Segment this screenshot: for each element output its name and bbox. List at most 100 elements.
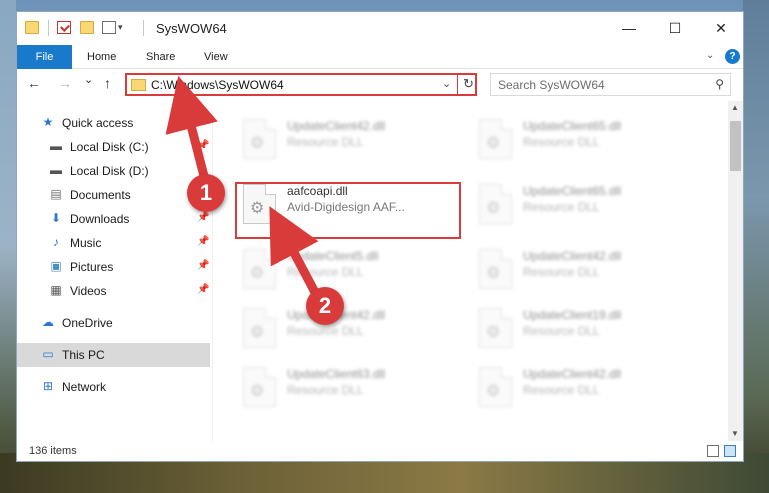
dll-file-icon: ⚙ [243,119,276,159]
file-item[interactable]: ⚙ UpdateClient63.dll Resource DLL [215,355,440,415]
forward-button[interactable]: → [58,75,72,91]
dll-file-icon: ⚙ [243,249,276,289]
sidebar-item-music[interactable]: ♪ Music 📌 [17,231,210,255]
sidebar-item-local-disk-c[interactable]: ▬ Local Disk (C:) 📌 [17,135,210,159]
tab-home[interactable]: Home [87,45,116,69]
dll-file-icon: ⚙ [243,308,276,348]
scroll-thumb[interactable] [730,121,741,171]
file-name: UpdateClient42.dll [523,249,622,263]
up-button[interactable]: ↑ [104,75,111,91]
sidebar-item-label: Pictures [70,260,114,274]
sidebar-item-label: Videos [70,284,107,298]
file-name: UpdateClient19.dll [523,308,622,322]
gear-icon: ⚙ [250,324,265,341]
folder-icon [25,21,39,34]
back-button[interactable]: ← [27,75,41,91]
highlight-box [235,182,461,239]
customize-toolbar-icon[interactable] [102,21,116,34]
network-icon: ⊞ [42,379,54,393]
search-placeholder: Search SysWOW64 [498,78,605,92]
address-dropdown-button[interactable]: ⌄ [442,77,451,90]
dll-file-icon: ⚙ [243,367,276,407]
window-title: SysWOW64 [156,21,227,36]
tab-view[interactable]: View [204,45,228,69]
file-item[interactable]: ⚙ UpdateClient65.dll Resource DLL [451,172,676,232]
toolbar-dropdown-icon[interactable]: ▾ [118,22,132,35]
desktop-background-right [743,0,769,493]
drive-icon: ▬ [50,139,62,153]
sidebar-item-label: Local Disk (C:) [70,140,149,154]
file-item[interactable]: ⚙ UpdateClient42.dll Resource DLL [215,107,440,167]
tab-file[interactable]: File [17,45,72,69]
file-type: Resource DLL [523,324,600,338]
help-icon[interactable]: ? [725,49,740,64]
file-type: Resource DLL [523,200,600,214]
title-bar: ▾ SysWOW64 — ☐ ✕ [17,12,743,45]
file-item[interactable]: ⚙ UpdateClient19.dll Resource DLL [451,296,676,356]
maximize-button[interactable]: ☐ [652,12,698,44]
step-1-badge: 1 [187,174,225,212]
large-icons-view-icon[interactable] [724,445,736,457]
file-type: Resource DLL [287,383,364,397]
details-view-icon[interactable] [707,445,719,457]
file-explorer-window: ▾ SysWOW64 — ☐ ✕ File Home Share View ⌄ … [16,11,744,462]
file-type: Resource DLL [287,265,364,279]
file-item[interactable]: ⚙ UpdateClient42.dll Resource DLL [451,355,676,415]
file-type: Resource DLL [523,265,600,279]
music-icon: ♪ [53,235,59,249]
sidebar-item-label: This PC [62,348,105,362]
desktop-background-left [0,0,16,493]
gear-icon: ⚙ [486,324,501,341]
sidebar-item-downloads[interactable]: ⬇ Downloads 📌 [17,207,210,231]
sidebar-item-label: Quick access [62,116,134,130]
videos-icon: ▦ [50,283,62,297]
sidebar-item-label: Local Disk (D:) [70,164,149,178]
sidebar-item-documents[interactable]: ▤ Documents 📌 [17,183,210,207]
sidebar-item-quick-access[interactable]: ★ Quick access [17,111,210,135]
file-type: Resource DLL [287,135,364,149]
navigation-pane: ★ Quick access ▬ Local Disk (C:) 📌 ▬ Loc… [17,111,212,441]
sidebar-item-onedrive[interactable]: ☁ OneDrive [17,311,210,335]
minimize-button[interactable]: — [606,12,652,44]
documents-icon: ▤ [50,187,62,201]
gear-icon: ⚙ [250,135,265,152]
navigation-bar: ← → ⌄ ↑ C:\Windows\SysWOW64 ⌄ ↻ Search S… [17,70,743,100]
dll-file-icon: ⚙ [479,249,512,289]
divider [457,75,458,94]
sidebar-item-label: Documents [70,188,131,202]
drive-icon: ▬ [50,163,62,177]
scroll-down-icon[interactable]: ▼ [731,429,739,438]
tab-share[interactable]: Share [146,45,175,69]
new-folder-icon[interactable] [80,21,94,34]
sidebar-item-local-disk-d[interactable]: ▬ Local Disk (D:) [17,159,210,183]
pin-icon: 📌 [197,236,210,247]
file-type: Resource DLL [523,383,600,397]
search-icon[interactable]: ⚲ [715,77,724,91]
search-input[interactable]: Search SysWOW64 ⚲ [490,73,731,96]
dll-file-icon: ⚙ [479,367,512,407]
properties-icon[interactable] [57,21,71,34]
sidebar-item-pictures[interactable]: ▣ Pictures 📌 [17,255,210,279]
gear-icon: ⚙ [486,383,501,400]
ribbon-tabs: File Home Share View ⌄ ? [17,45,743,69]
chevron-down-icon[interactable]: ⌄ [706,50,714,61]
refresh-button[interactable]: ↻ [463,76,474,92]
sidebar-item-videos[interactable]: ▦ Videos 📌 [17,279,210,303]
gear-icon: ⚙ [250,383,265,400]
sidebar-item-label: Music [70,236,102,250]
file-item[interactable]: ⚙ UpdateClient42.dll Resource DLL [451,237,676,297]
status-bar: 136 items [17,441,743,461]
close-button[interactable]: ✕ [698,12,743,44]
scroll-up-icon[interactable]: ▲ [731,103,739,112]
sidebar-item-network[interactable]: ⊞ Network [17,375,210,399]
gear-icon: ⚙ [486,200,501,217]
vertical-scrollbar[interactable]: ▲ ▼ [728,101,743,441]
file-item[interactable]: ⚙ UpdateClient65.dll Resource DLL [451,107,676,167]
address-path[interactable]: C:\Windows\SysWOW64 [151,78,284,92]
recent-locations-button[interactable]: ⌄ [84,73,93,86]
gear-icon: ⚙ [486,135,501,152]
sidebar-item-this-pc[interactable]: ▭ This PC [17,343,210,367]
address-bar[interactable]: C:\Windows\SysWOW64 ⌄ ↻ [125,73,477,96]
cloud-icon: ☁ [42,315,54,329]
dll-file-icon: ⚙ [479,308,512,348]
